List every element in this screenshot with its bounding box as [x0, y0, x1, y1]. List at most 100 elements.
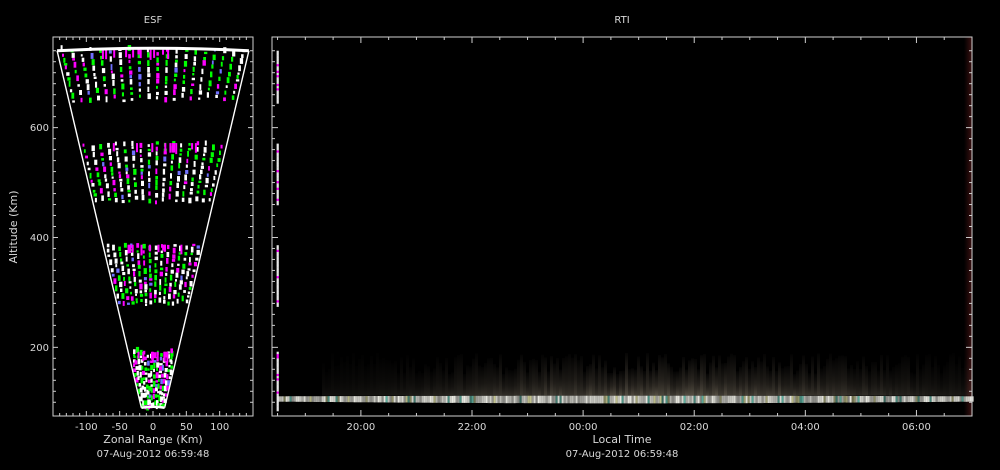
rti-bright-cell	[323, 396, 326, 403]
esf-echo-cell	[99, 144, 103, 150]
rti-start-marker-dot	[276, 185, 279, 188]
esf-echo-cell	[173, 290, 177, 295]
esf-y-tick-label: 200	[30, 343, 49, 354]
esf-echo-cell	[170, 365, 174, 369]
esf-echo-fringe	[151, 351, 153, 360]
rti-start-marker-dot	[276, 402, 279, 405]
esf-echo-cell	[144, 293, 148, 297]
esf-echo-cell	[158, 378, 160, 382]
rti-bright-cell	[631, 395, 634, 404]
esf-echo-cell	[139, 371, 142, 378]
rti-bright-cell	[601, 395, 604, 404]
rti-bright-cell	[465, 395, 468, 403]
esf-echo-cell	[164, 277, 167, 283]
rti-start-marker-dot	[276, 92, 279, 95]
rti-start-marker-dot	[276, 59, 279, 62]
rti-x-tick-label: 06:00	[902, 422, 931, 433]
rti-start-marker-dot	[276, 304, 279, 307]
esf-x-tick-label: -50	[111, 422, 127, 433]
rti-diffuse-column	[952, 353, 955, 396]
rti-diffuse-column	[892, 366, 895, 396]
esf-echo-cell	[108, 156, 112, 161]
rti-bright-cell	[291, 396, 294, 402]
rti-bright-cell	[865, 396, 868, 403]
esf-echo-cell	[133, 177, 136, 181]
rti-diffuse-column	[562, 358, 565, 396]
esf-echo-cell	[109, 259, 113, 266]
esf-echo-cell	[154, 256, 158, 261]
rti-bright-cell	[311, 396, 314, 402]
rti-bright-cell	[667, 395, 670, 404]
esf-echo-cell	[92, 151, 95, 158]
rti-diffuse-column	[673, 371, 676, 396]
rti-bright-cell	[907, 396, 910, 403]
rti-diffuse-column	[664, 353, 667, 396]
rti-diffuse-column	[733, 355, 736, 396]
rti-start-marker-dot	[276, 154, 279, 157]
rti-diffuse-column	[325, 372, 328, 396]
esf-echo-cell	[145, 377, 148, 383]
rti-bright-cell	[373, 396, 376, 403]
rti-bright-cell	[881, 396, 884, 403]
rti-bright-cell	[341, 396, 344, 403]
esf-echo-cell	[189, 191, 193, 195]
esf-echo-cell	[110, 64, 113, 70]
rti-start-marker-dot	[276, 180, 279, 184]
esf-echo-cell	[159, 366, 163, 371]
rti-bright-cell	[581, 395, 584, 404]
rti-start-marker-dot	[276, 172, 279, 175]
rti-diffuse-column	[625, 352, 628, 396]
rti-bright-cell	[635, 395, 638, 404]
rti-bright-cell	[569, 395, 572, 404]
rti-bright-cell	[391, 396, 394, 403]
esf-echo-fringe	[153, 49, 156, 58]
esf-echo-cell	[121, 200, 125, 204]
esf-echo-cell	[210, 188, 213, 192]
esf-echo-cell	[211, 60, 214, 65]
rti-bright-cell	[455, 395, 458, 403]
rti-diffuse-column	[523, 361, 526, 396]
rti-diffuse-column	[865, 365, 868, 396]
esf-echo-cell	[189, 257, 191, 263]
rti-bright-cell	[509, 395, 512, 404]
rti-bright-cell	[571, 395, 574, 404]
rti-bright-cell	[405, 395, 408, 403]
rti-start-marker-dot	[276, 52, 279, 56]
rti-bright-cell	[321, 396, 324, 402]
rti-diffuse-column	[409, 366, 412, 396]
rti-bright-cell	[887, 396, 890, 403]
esf-echo-cell	[155, 96, 159, 100]
rti-diffuse-column	[439, 363, 442, 396]
esf-echo-cell	[137, 359, 141, 365]
esf-echo-cell	[149, 400, 152, 405]
esf-echo-cell	[138, 82, 141, 87]
esf-echo-cell	[185, 170, 189, 174]
esf-echo-cell	[129, 75, 132, 79]
esf-echo-cell	[171, 301, 175, 306]
rti-start-marker-dot	[276, 367, 279, 370]
rti-bright-cell	[555, 395, 558, 404]
rti-bright-cell	[355, 396, 358, 403]
rti-bright-cell	[383, 396, 386, 403]
rti-bright-cell	[863, 396, 866, 403]
rti-bright-cell	[503, 395, 506, 404]
esf-echo-cell	[186, 271, 190, 277]
esf-echo-cell	[164, 97, 168, 103]
esf-echo-cell	[85, 79, 89, 84]
esf-echo-cell	[112, 79, 115, 86]
esf-echo-cell	[181, 197, 185, 202]
esf-echo-cell	[188, 197, 192, 204]
rti-diffuse-column	[934, 356, 937, 396]
rti-bright-cell	[913, 396, 916, 403]
esf-echo-cell	[86, 161, 89, 166]
rti-bright-cell	[895, 396, 898, 403]
esf-echo-cell	[100, 55, 102, 60]
rti-bright-cell	[951, 396, 954, 402]
rti-bright-cell	[335, 396, 338, 403]
rti-bright-cell	[939, 396, 942, 402]
rti-bright-cell	[589, 395, 592, 404]
rti-bright-cell	[485, 395, 488, 403]
rti-diffuse-column	[703, 353, 706, 396]
rti-bright-cell	[381, 396, 384, 403]
rti-diffuse-column	[391, 363, 394, 396]
